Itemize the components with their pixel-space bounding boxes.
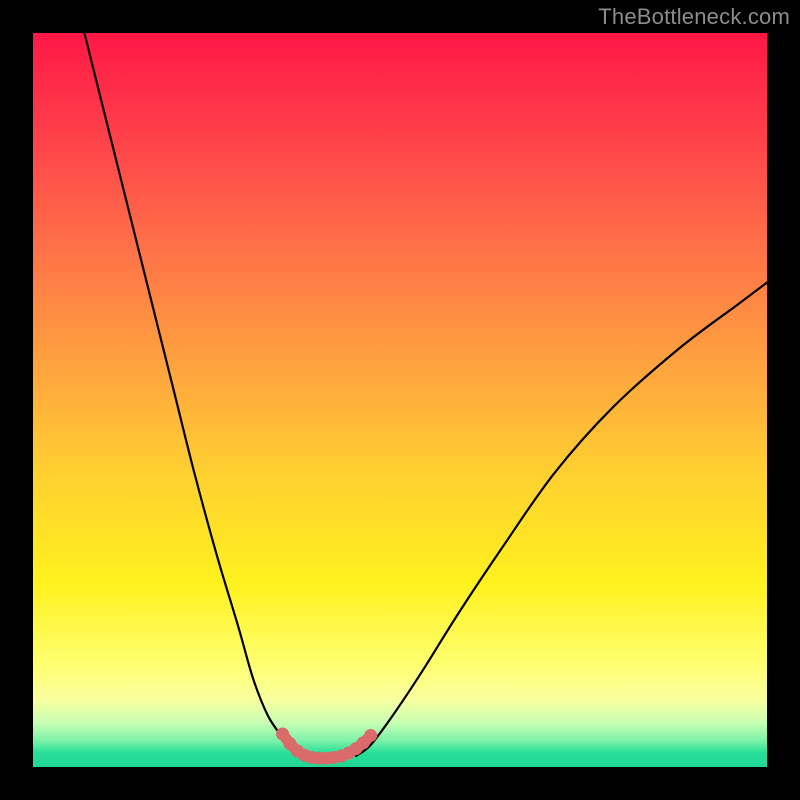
valley-marker-dots [276, 727, 377, 764]
curve-right-branch [356, 283, 767, 756]
valley-marker-dot [364, 729, 377, 742]
chart-curves-svg [33, 33, 767, 767]
curve-left-branch [84, 33, 297, 756]
chart-frame: TheBottleneck.com [0, 0, 800, 800]
watermark-text: TheBottleneck.com [598, 4, 790, 30]
